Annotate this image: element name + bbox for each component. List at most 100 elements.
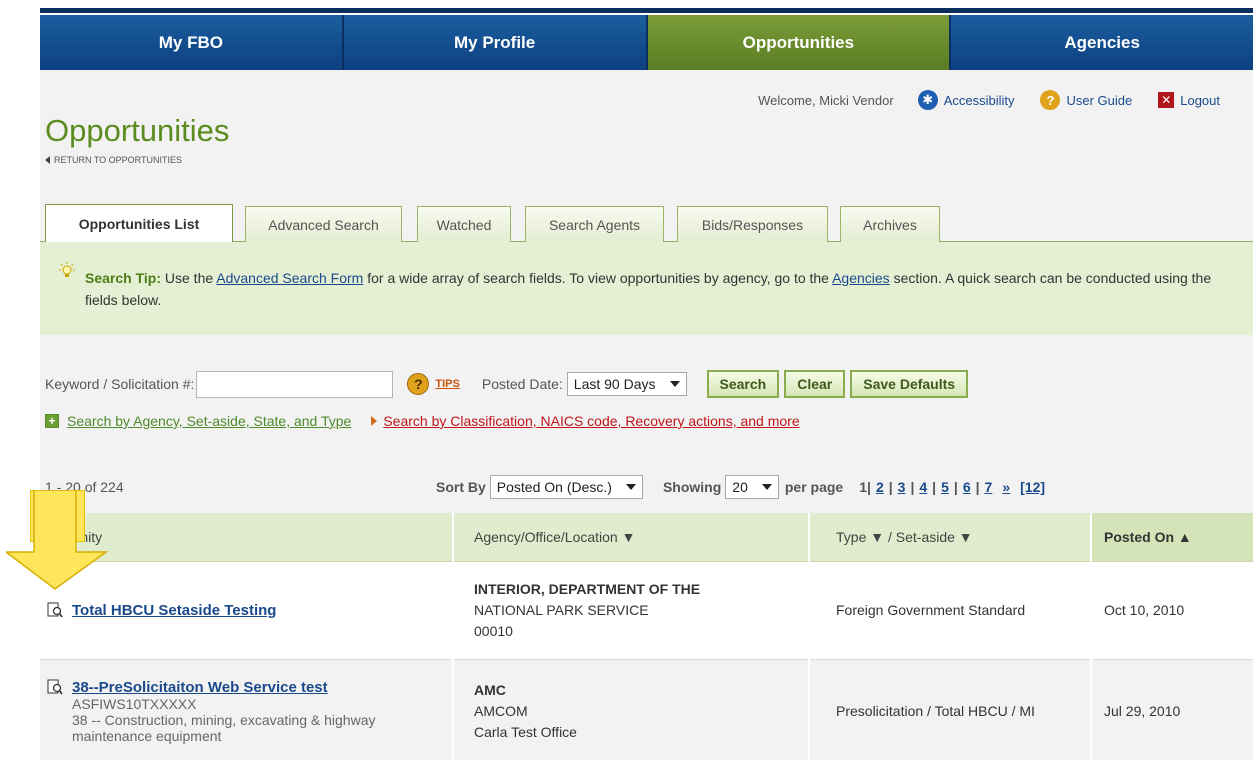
help-icon: ? — [1040, 90, 1061, 110]
posted-on-cell: Oct 10, 2010 — [1090, 561, 1253, 660]
table-row: 38--PreSolicitaiton Web Service test ASF… — [40, 659, 1253, 760]
main-nav: My FBO My Profile Opportunities Agencies — [40, 15, 1253, 70]
search-tip-box: Search Tip: Use the Advanced Search Form… — [40, 242, 1253, 335]
agencies-link[interactable]: Agencies — [832, 270, 890, 286]
opportunity-title-link[interactable]: 38--PreSolicitaiton Web Service test — [72, 679, 328, 696]
accessibility-label: Accessibility — [943, 92, 1015, 108]
agency-name: AMC — [474, 681, 506, 698]
nav-my-fbo[interactable]: My FBO — [40, 15, 344, 70]
agency-name: INTERIOR, DEPARTMENT OF THE — [474, 580, 701, 597]
tip-text-part: for a wide array of search fields. To vi… — [363, 270, 833, 286]
nav-opportunities[interactable]: Opportunities — [647, 15, 952, 70]
agency-cell: INTERIOR, DEPARTMENT OF THE NATIONAL PAR… — [452, 561, 809, 660]
showing-label: Showing — [662, 479, 722, 495]
accessibility-icon: ✱ — [917, 90, 938, 110]
page-link[interactable]: 7 — [985, 479, 993, 495]
page-link[interactable]: 6 — [963, 479, 971, 495]
showing-select[interactable]: 20 — [725, 475, 779, 499]
page-link[interactable]: 5 — [941, 479, 949, 495]
type-cell: Presolicitation / Total HBCU / MI — [808, 659, 1091, 760]
accessibility-link[interactable]: ✱ Accessibility — [917, 90, 1015, 110]
return-to-opportunities-link[interactable]: RETURN TO OPPORTUNITIES — [45, 155, 182, 165]
expand-plus-icon[interactable]: + — [45, 414, 59, 428]
user-guide-label: User Guide — [1066, 92, 1133, 108]
sort-by-select[interactable]: Posted On (Desc.) — [489, 475, 643, 499]
chevron-down-icon — [625, 484, 636, 490]
sort-by-label: Sort By — [436, 479, 486, 495]
lightbulb-icon — [59, 262, 75, 277]
pager-separator: | — [888, 479, 893, 495]
down-arrow-callout-icon — [6, 490, 109, 590]
top-rule — [40, 8, 1253, 13]
pager-separator: | — [975, 479, 980, 495]
tab-archives[interactable]: Archives — [840, 206, 940, 242]
logout-link[interactable]: ✕ Logout — [1158, 92, 1220, 108]
classification-text: 38 -- Construction, mining, excavating &… — [72, 711, 376, 744]
page-link[interactable]: 2 — [876, 479, 884, 495]
content-area: Welcome, Micki Vendor ✱ Accessibility ? … — [40, 70, 1253, 760]
page-link[interactable]: 3 — [898, 479, 906, 495]
next-page-link[interactable]: » — [1002, 479, 1010, 495]
opportunities-table: rtunity Agency/Office/Location ▼ Type ▼ … — [40, 513, 1253, 760]
nav-my-profile[interactable]: My Profile — [343, 15, 648, 70]
welcome-text: Welcome, Micki Vendor — [758, 92, 894, 108]
logout-icon: ✕ — [1158, 92, 1175, 108]
office-name: NATIONAL PARK SERVICE — [474, 601, 649, 618]
posted-date-select[interactable]: Last 90 Days — [566, 372, 687, 396]
header-agency[interactable]: Agency/Office/Location ▼ — [452, 513, 809, 562]
tab-advanced-search[interactable]: Advanced Search — [245, 206, 402, 242]
chevron-down-icon — [761, 484, 772, 490]
search-by-agency-link[interactable]: Search by Agency, Set-aside, State, and … — [67, 413, 351, 429]
save-defaults-button[interactable]: Save Defaults — [850, 370, 969, 398]
document-search-icon — [47, 679, 63, 695]
page-title: Opportunities — [45, 113, 230, 148]
tips-help-icon[interactable]: ? — [407, 373, 430, 395]
table-header-row: rtunity Agency/Office/Location ▼ Type ▼ … — [40, 513, 1253, 562]
chevron-down-icon — [669, 381, 680, 387]
utility-bar: Welcome, Micki Vendor ✱ Accessibility ? … — [758, 90, 1220, 110]
tab-bids-responses[interactable]: Bids/Responses — [677, 206, 828, 242]
location-name: 00010 — [474, 622, 513, 639]
location-name: Carla Test Office — [474, 723, 577, 740]
clear-button[interactable]: Clear — [784, 370, 846, 398]
return-link-label: RETURN TO OPPORTUNITIES — [54, 155, 183, 165]
results-toolbar: 1 - 20 of 224 Sort By Posted On (Desc.) … — [45, 472, 1220, 502]
expand-arrow-icon — [371, 416, 378, 426]
pagination: 1 | 2 | 3 | 4 | 5 | 6 | 7 » [12] — [859, 479, 1050, 495]
search-tip-text: Search Tip: Use the Advanced Search Form… — [85, 267, 1235, 311]
search-options-row: + Search by Agency, Set-aside, State, an… — [45, 413, 800, 429]
opportunity-cell: 38--PreSolicitaiton Web Service test ASF… — [40, 659, 453, 760]
pager-separator: | — [953, 479, 958, 495]
pager-separator: | — [932, 479, 937, 495]
posted-date-value: Last 90 Days — [573, 376, 656, 392]
tab-search-agents[interactable]: Search Agents — [525, 206, 664, 242]
last-page-link[interactable]: [12] — [1020, 479, 1045, 495]
tips-link[interactable]: TIPS — [435, 378, 459, 390]
document-search-icon — [47, 602, 63, 618]
pager-separator: | — [867, 479, 871, 495]
search-tip-label: Search Tip: — [85, 270, 161, 286]
search-by-classification-link[interactable]: Search by Classification, NAICS code, Re… — [383, 413, 799, 429]
logout-label: Logout — [1180, 92, 1220, 108]
nav-agencies[interactable]: Agencies — [951, 15, 1253, 70]
keyword-input[interactable] — [196, 370, 394, 398]
header-posted-on[interactable]: Posted On ▲ — [1090, 513, 1253, 562]
posted-date-label: Posted Date: — [481, 376, 563, 392]
page-link[interactable]: 4 — [919, 479, 927, 495]
header-type[interactable]: Type ▼ / Set-aside ▼ — [808, 513, 1091, 562]
table-row: Total HBCU Setaside Testing INTERIOR, DE… — [40, 561, 1253, 660]
current-page: 1 — [859, 479, 868, 495]
type-cell: Foreign Government Standard — [808, 561, 1091, 660]
user-guide-link[interactable]: ? User Guide — [1040, 90, 1132, 110]
office-name: AMCOM — [474, 702, 528, 719]
showing-value: 20 — [732, 479, 748, 495]
search-button[interactable]: Search — [706, 370, 780, 398]
agency-cell: AMC AMCOM Carla Test Office — [452, 659, 809, 760]
posted-on-cell: Jul 29, 2010 — [1090, 659, 1253, 760]
keyword-label: Keyword / Solicitation #: — [45, 376, 195, 392]
tab-opportunities-list[interactable]: Opportunities List — [45, 204, 233, 243]
tab-watched[interactable]: Watched — [417, 206, 511, 242]
advanced-search-form-link[interactable]: Advanced Search Form — [216, 270, 363, 286]
sort-by-control: Sort By Posted On (Desc.) Showing 20 per… — [436, 475, 843, 499]
opportunity-title-link[interactable]: Total HBCU Setaside Testing — [72, 602, 276, 619]
